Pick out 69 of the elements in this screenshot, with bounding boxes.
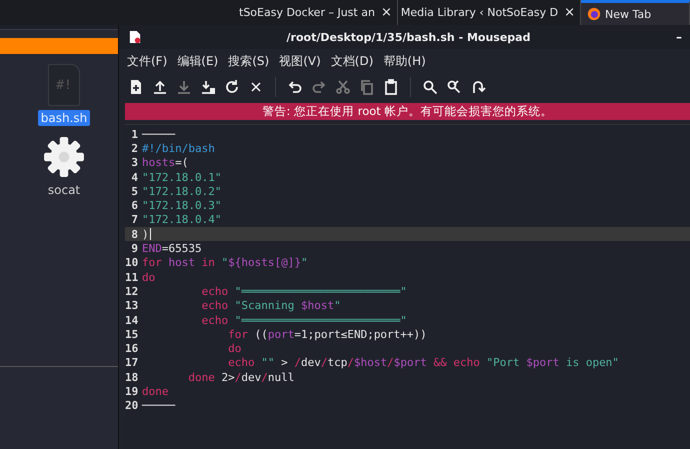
- line-number: 5: [130, 184, 139, 198]
- undo-icon[interactable]: [287, 79, 303, 95]
- line-number: 11: [125, 270, 140, 284]
- new-icon[interactable]: [128, 79, 144, 95]
- upload-icon[interactable]: [152, 79, 168, 95]
- code-line: do: [142, 270, 156, 284]
- paste-icon[interactable]: [383, 79, 399, 95]
- line-number: 20: [125, 399, 140, 412]
- line-number: 18: [125, 370, 140, 384]
- close-tab-button[interactable]: ×: [380, 5, 392, 20]
- menu-item[interactable]: 编辑(E): [177, 52, 218, 70]
- line-number: 3: [130, 156, 139, 170]
- close-tab-button[interactable]: ×: [564, 5, 576, 20]
- line-number: 13: [125, 299, 140, 312]
- code-line: "172.18.0.3": [142, 199, 222, 212]
- code-line: done 2>/dev/null: [187, 370, 294, 384]
- code-line: ): [142, 228, 151, 241]
- menu-item[interactable]: 帮助(H): [383, 52, 426, 70]
- line-number: 10: [125, 256, 140, 270]
- code-line: echo "════════════════════════": [200, 314, 407, 326]
- replace-icon[interactable]: [446, 79, 462, 95]
- menu-item[interactable]: 文档(D): [330, 52, 374, 70]
- menu-item[interactable]: 搜索(S): [228, 52, 270, 70]
- line-number: 15: [125, 328, 140, 341]
- line-number: 17: [125, 356, 140, 370]
- line-number: 4: [130, 170, 139, 184]
- code-line: "172.18.0.2": [142, 184, 222, 198]
- line-number: 14: [125, 314, 140, 326]
- tab-label: New Tab: [605, 8, 652, 20]
- line-number: 16: [125, 342, 140, 356]
- line-number: 8: [130, 228, 139, 241]
- file-label[interactable]: socat: [44, 182, 84, 198]
- jump-icon[interactable]: [470, 79, 486, 95]
- code-line: ─────: [142, 399, 176, 412]
- tab-label: Media Library ‹ NotSoEasy D: [400, 6, 558, 19]
- code-line: hosts=(: [142, 156, 188, 170]
- minimize-button[interactable]: –: [676, 30, 682, 44]
- browser-tab[interactable]: tSoEasy Docker – Just an ×: [236, 0, 398, 25]
- line-number: 19: [125, 384, 140, 398]
- file-label[interactable]: bash.sh: [38, 110, 90, 126]
- code-line: do: [227, 342, 242, 356]
- browser-tab[interactable]: New Tab: [581, 0, 690, 25]
- document-icon: [129, 30, 141, 44]
- code-line: for ((port=1;port≤END;port++)): [227, 328, 427, 341]
- code-line: "172.18.0.4": [142, 213, 222, 226]
- line-number: 6: [130, 199, 139, 212]
- reload-icon[interactable]: [224, 79, 240, 95]
- code-line: done: [142, 384, 168, 398]
- menu-item[interactable]: 文件(F): [127, 52, 168, 70]
- line-number: 2: [130, 142, 139, 155]
- line-number: 12: [125, 284, 140, 298]
- line-number: 7: [130, 213, 139, 226]
- code-line: echo "Scanning $host": [200, 299, 341, 312]
- menu-item[interactable]: 视图(V): [279, 52, 321, 70]
- gear-icon[interactable]: [43, 136, 85, 178]
- line-number: 9: [130, 242, 139, 256]
- code-line: END=65535: [142, 242, 202, 256]
- warning-banner: 警告: 您正在使用 root 帐户。有可能会损害您的系统。: [125, 103, 690, 120]
- save-as-icon[interactable]: [200, 79, 216, 95]
- line-number: 1: [130, 128, 139, 141]
- code-line: echo "════════════════════════": [200, 284, 407, 298]
- code-line: ─────: [142, 128, 176, 141]
- code-line: #!/bin/bash: [142, 142, 215, 155]
- code-line: echo "" > /dev/tcp/$host/$port && echo "Port $port is open": [227, 356, 619, 370]
- window-title: /root/Desktop/1/35/bash.sh - Mousepad: [286, 30, 532, 44]
- code-line: "172.18.0.1": [142, 170, 222, 184]
- tab-label: tSoEasy Docker – Just an: [239, 6, 375, 19]
- code-line: for host in "${hosts[@]}": [142, 256, 308, 270]
- search-icon[interactable]: [422, 79, 438, 95]
